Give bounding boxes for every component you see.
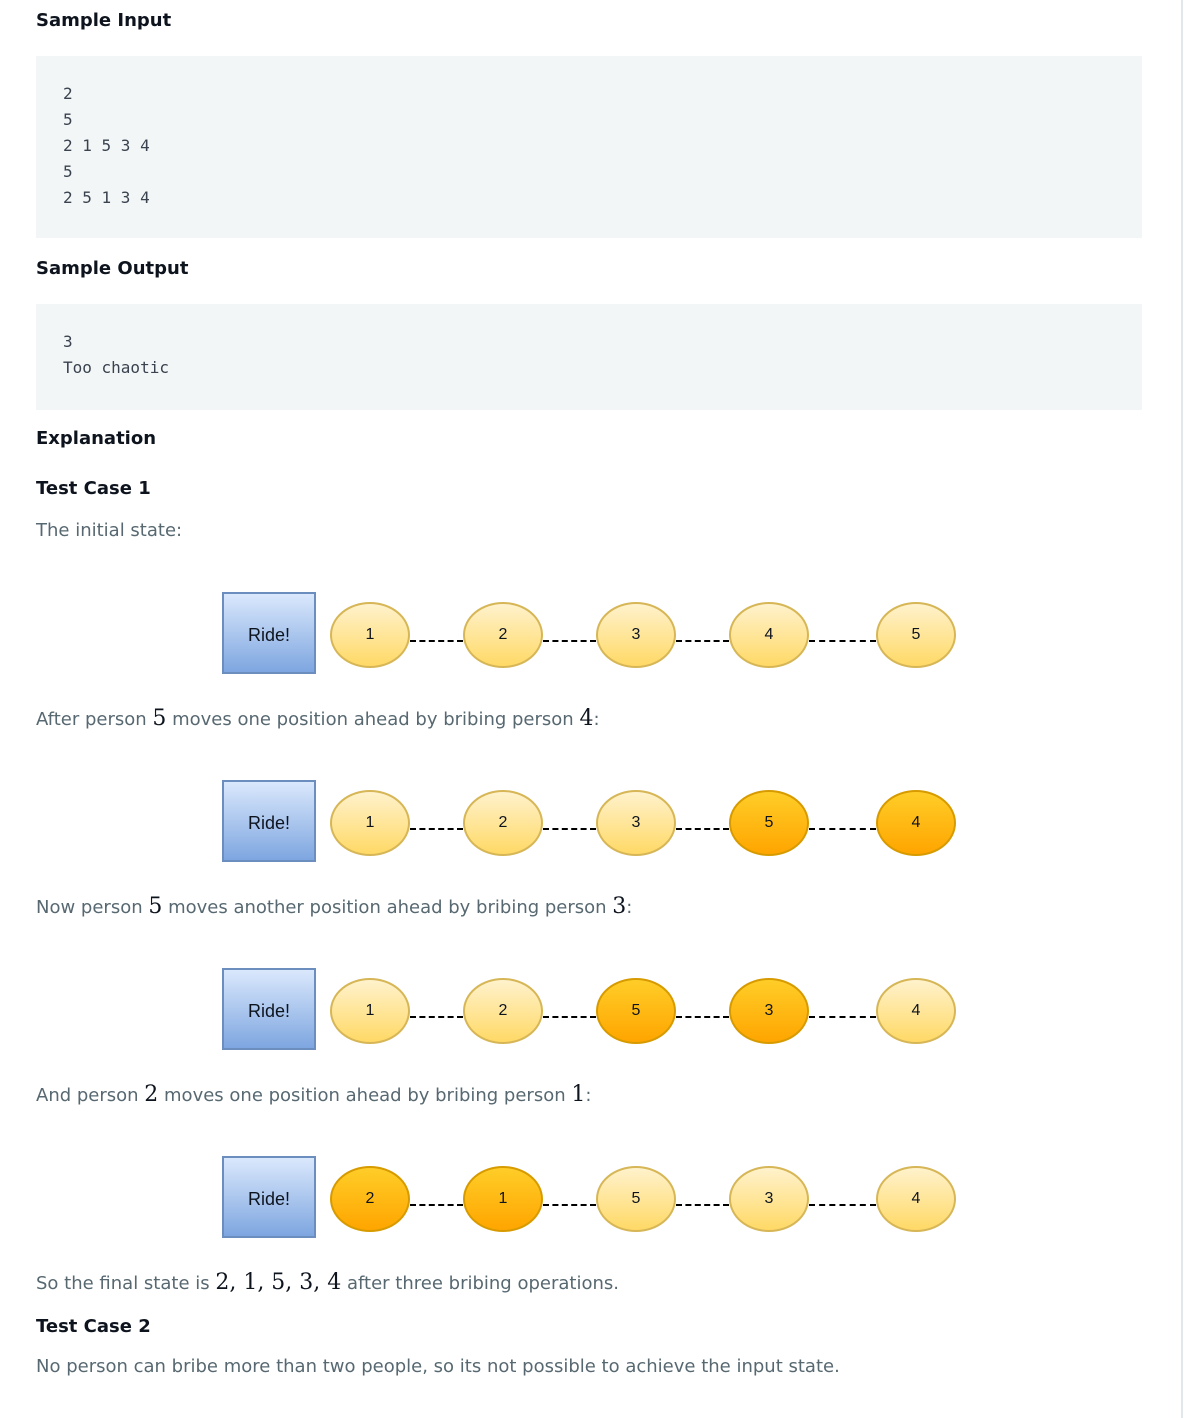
initial-state-text: The initial state:: [36, 520, 183, 541]
queue-connector: [410, 640, 463, 642]
person-node: 1: [330, 790, 410, 856]
person-node: 3: [596, 602, 676, 668]
person-node: 4: [876, 978, 956, 1044]
queue-connector: [809, 828, 876, 830]
queue-connector: [676, 640, 729, 642]
math-number: 2: [144, 1082, 159, 1107]
step-text: :: [626, 897, 633, 918]
queue-connector: [676, 828, 729, 830]
queue-diagram-initial: Ride! 1 2 3 4 5: [0, 592, 1184, 682]
sample-input-codeblock: 2 5 2 1 5 3 4 5 2 5 1 3 4: [36, 56, 1142, 238]
person-node: 4: [729, 602, 809, 668]
queue-connector: [809, 1204, 876, 1206]
step-text: So the final state is: [36, 1273, 216, 1294]
step-text: And person: [36, 1085, 145, 1106]
queue-diagram-step3: Ride! 2 1 5 3 4: [0, 1156, 1184, 1246]
ride-box: Ride!: [222, 592, 316, 674]
code-line: 5: [63, 110, 73, 129]
code-line: 5: [63, 162, 73, 181]
step-text: Now person: [36, 897, 149, 918]
person-node: 3: [729, 978, 809, 1044]
queue-connector: [809, 1016, 876, 1018]
person-node: 1: [330, 978, 410, 1044]
sample-input-heading: Sample Input: [36, 10, 172, 31]
test-case-2-text: No person can bribe more than two people…: [36, 1356, 840, 1377]
queue-connector: [676, 1016, 729, 1018]
test-case-2-heading: Test Case 2: [36, 1316, 151, 1337]
test-case-1-heading: Test Case 1: [36, 478, 151, 499]
math-sequence: 2, 1, 5, 3, 4: [215, 1270, 342, 1295]
person-node: 2: [463, 978, 543, 1044]
person-node: 5: [729, 790, 809, 856]
sample-output-codeblock: 3 Too chaotic: [36, 304, 1142, 410]
queue-connector: [543, 640, 596, 642]
math-number: 3: [612, 894, 627, 919]
math-number: 1: [571, 1082, 586, 1107]
queue-connector: [410, 1016, 463, 1018]
step-text: :: [585, 1085, 592, 1106]
queue-diagram-step1: Ride! 1 2 3 5 4: [0, 780, 1184, 870]
queue-connector: [543, 1204, 596, 1206]
step-text: moves another position ahead by bribing …: [162, 897, 613, 918]
code-line: 2: [63, 84, 73, 103]
sample-output-heading: Sample Output: [36, 258, 189, 279]
queue-connector: [809, 640, 876, 642]
person-node: 2: [330, 1166, 410, 1232]
person-node: 3: [729, 1166, 809, 1232]
queue-connector: [543, 1016, 596, 1018]
step3-text: And person 2 moves one position ahead by…: [36, 1082, 591, 1107]
step-text: after three bribing operations.: [341, 1273, 619, 1294]
step2-text: Now person 5 moves another position ahea…: [36, 894, 632, 919]
person-node: 5: [596, 1166, 676, 1232]
explanation-heading: Explanation: [36, 428, 157, 449]
person-node: 2: [463, 790, 543, 856]
ride-box: Ride!: [222, 1156, 316, 1238]
ride-box: Ride!: [222, 780, 316, 862]
queue-diagram-step2: Ride! 1 2 5 3 4: [0, 968, 1184, 1058]
final-state-text: So the final state is 2, 1, 5, 3, 4 afte…: [36, 1270, 619, 1295]
code-line: Too chaotic: [63, 358, 169, 377]
math-number: 5: [148, 894, 163, 919]
step-text: :: [593, 709, 600, 730]
queue-connector: [543, 828, 596, 830]
step-text: moves one position ahead by bribing pers…: [166, 709, 580, 730]
person-node: 2: [463, 602, 543, 668]
code-line: 3: [63, 332, 73, 351]
step-text: moves one position ahead by bribing pers…: [158, 1085, 572, 1106]
queue-connector: [410, 1204, 463, 1206]
person-node: 5: [596, 978, 676, 1044]
person-node: 5: [876, 602, 956, 668]
person-node: 3: [596, 790, 676, 856]
math-number: 5: [152, 706, 167, 731]
code-line: 2 1 5 3 4: [63, 136, 150, 155]
ride-box: Ride!: [222, 968, 316, 1050]
person-node: 4: [876, 790, 956, 856]
math-number: 4: [579, 706, 594, 731]
code-line: 2 5 1 3 4: [63, 188, 150, 207]
step1-text: After person 5 moves one position ahead …: [36, 706, 600, 731]
step-text: After person: [36, 709, 153, 730]
queue-connector: [410, 828, 463, 830]
person-node: 1: [330, 602, 410, 668]
person-node: 4: [876, 1166, 956, 1232]
person-node: 1: [463, 1166, 543, 1232]
queue-connector: [676, 1204, 729, 1206]
